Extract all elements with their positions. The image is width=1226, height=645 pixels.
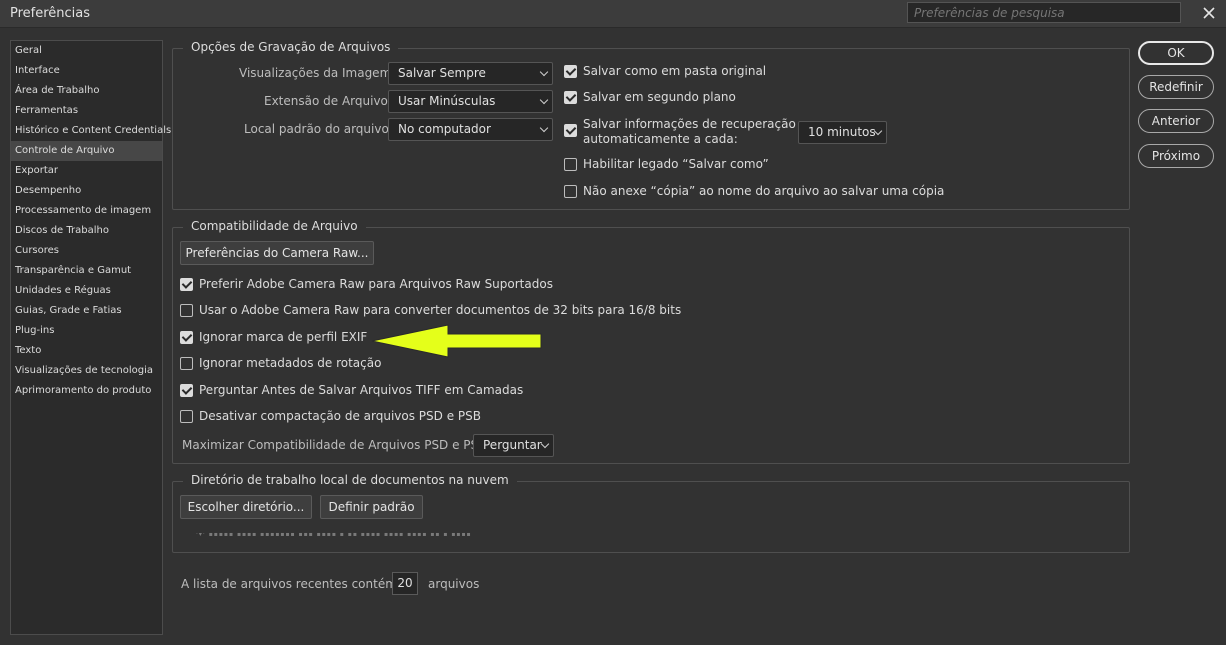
image-previews-label: Visualizações da Imagem: bbox=[239, 66, 396, 80]
checkbox-unchecked-icon[interactable] bbox=[180, 357, 193, 370]
disable-psd-compression-checkbox[interactable]: Desativar compactação de arquivos PSD e … bbox=[180, 409, 481, 424]
ask-tiff-layers-label: Perguntar Antes de Salvar Arquivos TIFF … bbox=[199, 383, 524, 397]
recent-files-label: A lista de arquivos recentes contém: bbox=[181, 577, 401, 591]
checkbox-checked-icon[interactable] bbox=[180, 384, 193, 397]
ignore-exif-checkbox[interactable]: Ignorar marca de perfil EXIF bbox=[180, 330, 367, 345]
image-previews-value: Salvar Sempre bbox=[398, 66, 486, 80]
use-acr-32bit-label: Usar o Adobe Camera Raw para converter d… bbox=[199, 303, 682, 317]
use-acr-32bit-checkbox[interactable]: Usar o Adobe Camera Raw para converter d… bbox=[180, 303, 681, 318]
recent-files-input[interactable]: 20 bbox=[392, 572, 418, 595]
ignore-rotation-label: Ignorar metadados de rotação bbox=[199, 356, 382, 370]
previous-button[interactable]: Anterior bbox=[1138, 109, 1214, 133]
sidebar-item[interactable]: Visualizações de tecnologia bbox=[11, 361, 162, 381]
extension-select[interactable]: Usar Minúsculas bbox=[388, 90, 553, 113]
search-input[interactable] bbox=[907, 2, 1181, 23]
window-title: Preferências bbox=[10, 6, 91, 21]
ask-tiff-layers-checkbox[interactable]: Perguntar Antes de Salvar Arquivos TIFF … bbox=[180, 383, 523, 398]
reset-button[interactable]: Redefinir bbox=[1138, 75, 1214, 99]
checkbox-checked-icon[interactable] bbox=[564, 65, 577, 78]
sidebar-item[interactable]: Plug-ins bbox=[11, 321, 162, 341]
ok-button[interactable]: OK bbox=[1138, 41, 1214, 65]
sidebar-item[interactable]: Área de Trabalho bbox=[11, 81, 162, 101]
auto-recovery-checkbox[interactable]: Salvar informações de recuperação automa… bbox=[564, 117, 796, 147]
sidebar-item[interactable]: Cursores bbox=[11, 241, 162, 261]
camera-raw-prefs-button[interactable]: Preferências do Camera Raw... bbox=[180, 241, 374, 265]
directory-path-text: ·▾· ▪▪▪▪▪ ▪▪▪▪ ▪▪▪▪▪▪▪ ▪▪▪ ▪▪▪▪ ▪ ▪▪ ▪▪▪… bbox=[196, 531, 472, 538]
chevron-down-icon bbox=[539, 123, 549, 133]
sidebar-item[interactable]: Interface bbox=[11, 61, 162, 81]
maximize-compat-label: Maximizar Compatibilidade de Arquivos PS… bbox=[182, 438, 491, 452]
sidebar-item[interactable]: Processamento de imagem bbox=[11, 201, 162, 221]
default-location-select[interactable]: No computador bbox=[388, 118, 553, 141]
next-button[interactable]: Próximo bbox=[1138, 144, 1214, 168]
ignore-exif-label: Ignorar marca de perfil EXIF bbox=[199, 330, 368, 344]
sidebar: Geral Interface Área de Trabalho Ferramenta… bbox=[10, 40, 171, 635]
no-copy-suffix-checkbox[interactable]: Não anexe “cópia” ao nome do arquivo ao … bbox=[564, 184, 944, 199]
sidebar-item[interactable]: Geral bbox=[11, 41, 162, 61]
sidebar-item[interactable]: Guias, Grade e Fatias bbox=[11, 301, 162, 321]
save-original-folder-checkbox[interactable]: Salvar como em pasta original bbox=[564, 64, 766, 79]
default-location-value: No computador bbox=[398, 122, 491, 136]
auto-recovery-line2: automaticamente a cada: bbox=[583, 132, 738, 146]
choose-directory-button[interactable]: Escolher diretório... bbox=[180, 495, 312, 519]
extension-value: Usar Minúsculas bbox=[398, 94, 496, 108]
maximize-compat-select[interactable]: Perguntar bbox=[473, 434, 554, 457]
save-original-folder-label: Salvar como em pasta original bbox=[583, 64, 767, 78]
sidebar-item[interactable]: Histórico e Content Credentials bbox=[11, 121, 171, 141]
sidebar-item[interactable]: Aprimoramento do produto bbox=[11, 381, 162, 401]
legacy-save-as-label: Habilitar legado “Salvar como” bbox=[583, 157, 769, 171]
checkbox-unchecked-icon[interactable] bbox=[180, 410, 193, 423]
chevron-down-icon bbox=[540, 439, 550, 449]
compat-title: Compatibilidade de Arquivo bbox=[183, 219, 366, 233]
checkbox-checked-icon[interactable] bbox=[180, 331, 193, 344]
maximize-compat-value: Perguntar bbox=[483, 438, 542, 452]
chevron-down-icon bbox=[539, 95, 549, 105]
ignore-rotation-checkbox[interactable]: Ignorar metadados de rotação bbox=[180, 356, 381, 371]
save-background-label: Salvar em segundo plano bbox=[583, 90, 736, 104]
sidebar-item[interactable]: Exportar bbox=[11, 161, 162, 181]
checkbox-checked-icon[interactable] bbox=[564, 91, 577, 104]
cloud-dir-title: Diretório de trabalho local de documento… bbox=[183, 473, 517, 487]
checkbox-unchecked-icon[interactable] bbox=[180, 304, 193, 317]
set-default-button[interactable]: Definir padrão bbox=[320, 495, 423, 519]
sidebar-item[interactable]: Ferramentas bbox=[11, 101, 162, 121]
auto-recovery-label: Salvar informações de recuperação automa… bbox=[583, 117, 796, 147]
sidebar-item[interactable]: Texto bbox=[11, 341, 162, 361]
default-location-label: Local padrão do arquivo: bbox=[244, 122, 393, 136]
save-options-title: Opções de Gravação de Arquivos bbox=[183, 40, 399, 54]
legacy-save-as-checkbox[interactable]: Habilitar legado “Salvar como” bbox=[564, 157, 769, 172]
chevron-down-icon bbox=[539, 67, 549, 77]
recovery-interval-value: 10 minutos bbox=[808, 125, 876, 139]
annotation-arrow bbox=[370, 323, 544, 362]
sidebar-item[interactable]: Discos de Trabalho bbox=[11, 221, 162, 241]
title-bar: Preferências bbox=[0, 0, 1226, 28]
cloud-dir-group: Diretório de trabalho local de documento… bbox=[172, 473, 1130, 553]
sidebar-item[interactable]: Transparência e Gamut bbox=[11, 261, 162, 281]
checkbox-checked-icon[interactable] bbox=[180, 278, 193, 291]
no-copy-suffix-label: Não anexe “cópia” ao nome do arquivo ao … bbox=[583, 184, 945, 198]
recovery-interval-select[interactable]: 10 minutos bbox=[798, 121, 887, 144]
checkbox-unchecked-icon[interactable] bbox=[564, 158, 577, 171]
image-previews-select[interactable]: Salvar Sempre bbox=[388, 62, 553, 85]
checkbox-unchecked-icon[interactable] bbox=[564, 185, 577, 198]
prefer-acr-checkbox[interactable]: Preferir Adobe Camera Raw para Arquivos … bbox=[180, 277, 553, 292]
checkbox-checked-icon[interactable] bbox=[564, 124, 577, 137]
recent-files-suffix: arquivos bbox=[428, 577, 480, 591]
extension-label: Extensão de Arquivo: bbox=[264, 94, 392, 108]
sidebar-item[interactable]: Desempenho bbox=[11, 181, 162, 201]
auto-recovery-line1: Salvar informações de recuperação bbox=[583, 117, 796, 131]
close-icon[interactable] bbox=[1198, 2, 1220, 24]
save-background-checkbox[interactable]: Salvar em segundo plano bbox=[564, 90, 736, 105]
disable-psd-compression-label: Desativar compactação de arquivos PSD e … bbox=[199, 409, 481, 423]
sidebar-item[interactable]: Unidades e Réguas bbox=[11, 281, 162, 301]
sidebar-item[interactable]: Controle de Arquivo bbox=[11, 141, 162, 161]
prefer-acr-label: Preferir Adobe Camera Raw para Arquivos … bbox=[199, 277, 553, 291]
